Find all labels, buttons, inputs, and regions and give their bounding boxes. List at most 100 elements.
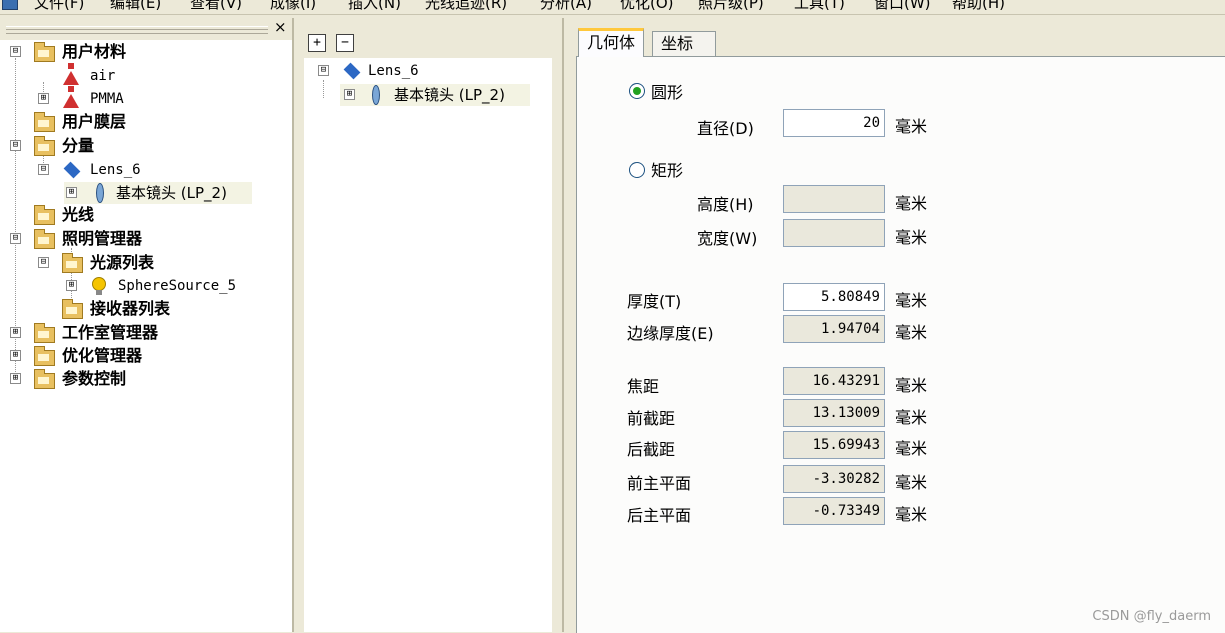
tree-item-label: Lens_6 <box>90 162 141 178</box>
tree-item-label: 光源列表 <box>90 253 155 272</box>
tree-item-optimization-manager[interactable]: ⊞ 优化管理器 <box>0 345 292 367</box>
tree-item-basic-lens[interactable]: ⊞ 基本镜头 (LP_2) <box>340 84 530 106</box>
thickness-unit: 毫米 <box>895 291 928 310</box>
rectangle-radio[interactable] <box>629 162 645 178</box>
tree-item-lens-6[interactable]: ⊟ Lens_6 <box>0 159 292 181</box>
lens-icon <box>96 183 104 203</box>
watermark: CSDN @fly_daerm <box>1092 609 1211 624</box>
tree-item-air[interactable]: air <box>0 63 292 87</box>
expand-icon[interactable]: ⊞ <box>10 350 21 361</box>
close-icon[interactable]: × <box>274 18 287 36</box>
tree-item-label: 优化管理器 <box>62 346 143 365</box>
diameter-unit: 毫米 <box>895 117 928 136</box>
menu-edit[interactable]: 编辑(E) <box>110 0 161 13</box>
front-bfl-unit: 毫米 <box>895 408 928 427</box>
circle-label: 圆形 <box>651 83 684 102</box>
expand-icon[interactable]: ⊞ <box>38 93 49 104</box>
width-input[interactable] <box>783 219 885 247</box>
back-principal-plane-label: 后主平面 <box>627 506 692 525</box>
tree-item-studio-manager[interactable]: ⊞ 工作室管理器 <box>0 322 292 344</box>
front-principal-plane-field: -3.30282 <box>783 465 885 493</box>
expand-all-button[interactable]: + <box>308 34 326 52</box>
tree-item-label: SphereSource_5 <box>118 278 237 294</box>
folder-icon <box>34 323 55 343</box>
tree-item-label: 基本镜头 (LP_2) <box>116 184 227 202</box>
expand-icon[interactable]: ⊞ <box>66 280 77 291</box>
tree-item-label: air <box>90 68 116 84</box>
collapse-icon[interactable]: ⊟ <box>38 164 49 175</box>
tree-item-basic-lens[interactable]: ⊞ 基本镜头 (LP_2) <box>64 182 252 204</box>
collapse-icon[interactable]: ⊟ <box>38 257 49 268</box>
system-tree-pane: × ⊟ 用户材料 air ⊞ PMMA 用户膜层 ⊟ 分量 ⊟ Lens_6 ⊞… <box>0 18 294 632</box>
menu-analysis[interactable]: 分析(A) <box>540 0 592 13</box>
back-principal-plane-unit: 毫米 <box>895 505 928 524</box>
menu-optimize[interactable]: 优化(O) <box>620 0 674 13</box>
tree-item-rays[interactable]: 光线 <box>0 204 292 226</box>
component-tree: ⊟ Lens_6 ⊞ 基本镜头 (LP_2) <box>304 58 552 632</box>
back-bfl-field: 15.69943 <box>783 431 885 459</box>
tree-item-illumination-manager[interactable]: ⊟ 照明管理器 <box>0 228 292 250</box>
back-principal-plane-field: -0.73349 <box>783 497 885 525</box>
tab-geometry[interactable]: 几何体 <box>578 28 645 57</box>
expand-icon[interactable]: ⊞ <box>344 89 355 100</box>
bulb-icon <box>92 277 106 295</box>
expand-icon[interactable]: ⊞ <box>10 327 21 338</box>
tree-item-label: Lens_6 <box>368 63 419 79</box>
tree-item-receiver-list[interactable]: 接收器列表 <box>0 298 292 320</box>
tree-item-user-materials[interactable]: ⊟ 用户材料 <box>0 41 292 63</box>
geometry-panel: 圆形 直径(D) 20 毫米 矩形 高度(H) 毫米 宽度(W) 毫米 厚度(T… <box>576 56 1225 633</box>
menu-raytrace[interactable]: 光线追迹(R) <box>425 0 507 13</box>
tree-item-user-coatings[interactable]: 用户膜层 <box>0 111 292 133</box>
menu-help[interactable]: 帮助(H) <box>952 0 1005 13</box>
folder-icon <box>34 346 55 366</box>
menu-file[interactable]: 文件(F) <box>34 0 84 13</box>
collapse-icon[interactable]: ⊟ <box>10 46 21 57</box>
front-principal-plane-label: 前主平面 <box>627 474 692 493</box>
tab-coordinates[interactable]: 坐标 <box>652 31 716 56</box>
flask-icon <box>63 86 79 108</box>
focal-length-unit: 毫米 <box>895 376 928 395</box>
tree-item-pmma[interactable]: ⊞ PMMA <box>0 86 292 110</box>
expand-icon[interactable]: ⊞ <box>66 187 77 198</box>
menu-view[interactable]: 查看(V) <box>190 0 242 13</box>
tree-item-components[interactable]: ⊟ 分量 <box>0 135 292 157</box>
tree-item-sphere-source[interactable]: ⊞ SphereSource_5 <box>0 275 292 297</box>
thickness-input[interactable]: 5.80849 <box>783 283 885 311</box>
tree-line <box>323 80 324 98</box>
diameter-label: 直径(D) <box>697 119 754 138</box>
lens-assembly-icon <box>343 62 361 80</box>
expand-icon[interactable]: ⊞ <box>10 373 21 384</box>
focal-length-field: 16.43291 <box>783 367 885 395</box>
folder-icon <box>34 136 55 156</box>
front-bfl-label: 前截距 <box>627 409 676 428</box>
tree-item-source-list[interactable]: ⊟ 光源列表 <box>0 252 292 274</box>
menu-bar: 文件(F) 编辑(E) 查看(V) 成像(I) 插入(N) 光线追迹(R) 分析… <box>0 0 1225 15</box>
menu-photoreal[interactable]: 照片级(P) <box>698 0 764 13</box>
collapse-icon[interactable]: ⊟ <box>318 65 329 76</box>
tree-item-parameter-control[interactable]: ⊞ 参数控制 <box>0 368 292 390</box>
tree-item-lens-6[interactable]: ⊟ Lens_6 <box>304 60 552 82</box>
tree-item-label: 参数控制 <box>62 369 127 388</box>
menu-tools[interactable]: 工具(T) <box>794 0 845 13</box>
pane-title-bar: × <box>0 18 292 40</box>
collapse-icon[interactable]: ⊟ <box>10 233 21 244</box>
tree-item-label: 接收器列表 <box>90 299 171 318</box>
lens-assembly-icon <box>63 161 81 179</box>
pane-grip[interactable] <box>6 26 268 34</box>
collapse-all-button[interactable]: − <box>336 34 354 52</box>
thickness-label: 厚度(T) <box>627 292 682 311</box>
collapse-icon[interactable]: ⊟ <box>10 140 21 151</box>
back-bfl-unit: 毫米 <box>895 439 928 458</box>
back-bfl-label: 后截距 <box>627 440 676 459</box>
menu-insert[interactable]: 插入(N) <box>348 0 401 13</box>
menu-window[interactable]: 窗口(W) <box>874 0 931 13</box>
tree-item-label: PMMA <box>90 91 124 107</box>
menu-imaging[interactable]: 成像(I) <box>270 0 316 13</box>
height-input[interactable] <box>783 185 885 213</box>
folder-icon <box>62 299 83 319</box>
diameter-input[interactable]: 20 <box>783 109 885 137</box>
folder-icon <box>34 112 55 132</box>
circle-radio[interactable] <box>629 83 645 99</box>
tree-item-label: 用户膜层 <box>62 112 127 131</box>
height-label: 高度(H) <box>697 195 754 214</box>
